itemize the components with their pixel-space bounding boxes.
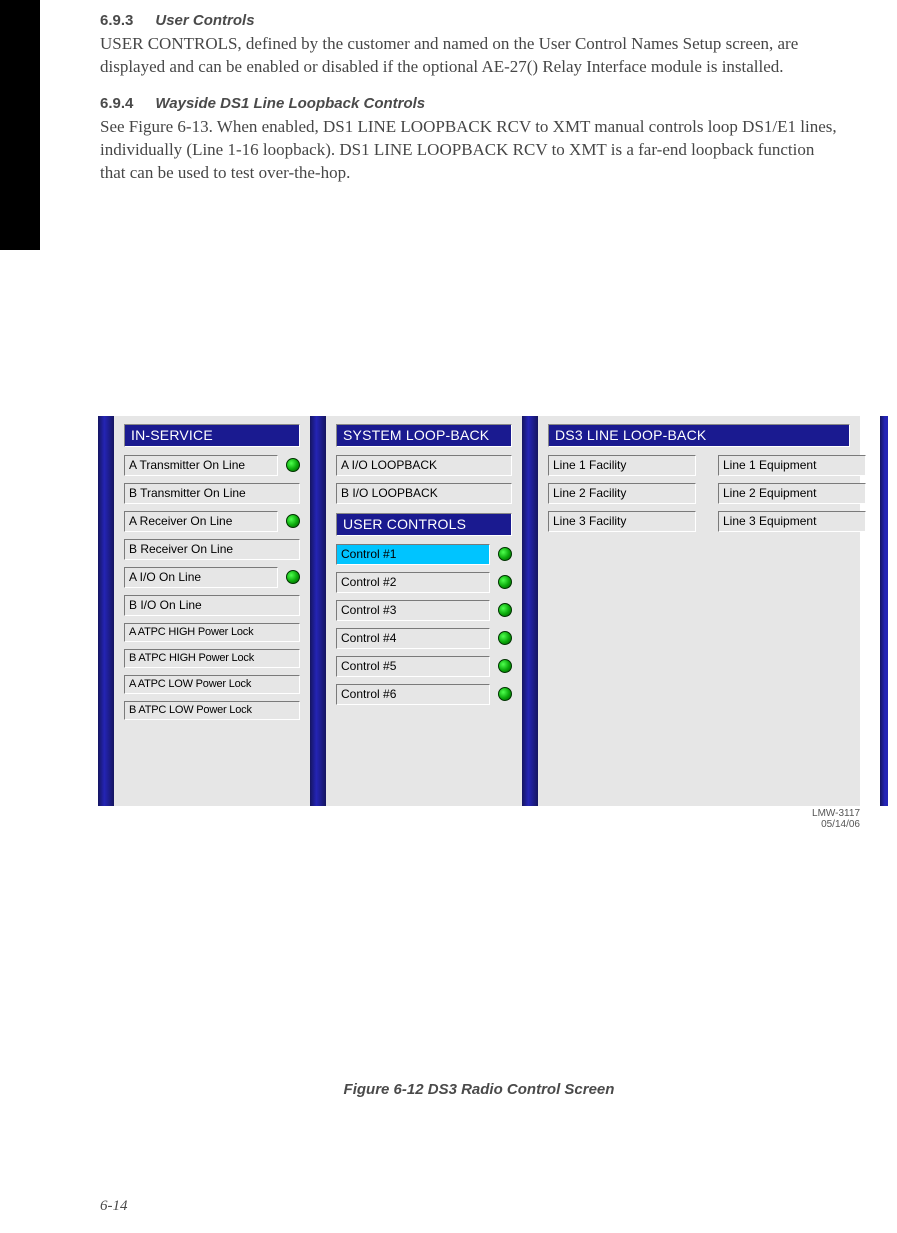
control-item[interactable]: A I/O LOOPBACK	[336, 455, 512, 476]
section-number: 6.9.4	[100, 95, 133, 112]
control-item[interactable]: A I/O On Line	[124, 567, 278, 588]
control-row[interactable]: A I/O On Line	[124, 567, 300, 588]
control-item[interactable]: A ATPC LOW Power Lock	[124, 675, 300, 694]
control-row[interactable]: A Receiver On Line	[124, 511, 300, 532]
control-row[interactable]: Line 1 Equipment	[718, 455, 866, 476]
left-margin-bar	[0, 0, 40, 250]
in-service-header: IN-SERVICE	[124, 424, 300, 447]
section-title: User Controls	[155, 12, 254, 29]
control-row[interactable]: Control #1	[336, 544, 512, 565]
control-item[interactable]: Line 2 Equipment	[718, 483, 866, 504]
control-item[interactable]: B ATPC LOW Power Lock	[124, 701, 300, 720]
control-row[interactable]: Line 2 Facility	[548, 483, 696, 504]
status-led-icon	[498, 575, 512, 589]
control-row[interactable]: Control #6	[336, 684, 512, 705]
status-led-icon	[498, 687, 512, 701]
figure-caption: Figure 6-12 DS3 Radio Control Screen	[98, 1081, 860, 1098]
section-6-9-4-body: See Figure 6-13. When enabled, DS1 LINE …	[100, 116, 842, 185]
control-row[interactable]: A ATPC LOW Power Lock	[124, 675, 300, 694]
control-row[interactable]: Control #5	[336, 656, 512, 677]
control-item[interactable]: Control #6	[336, 684, 490, 705]
control-item[interactable]: A Transmitter On Line	[124, 455, 278, 476]
control-row[interactable]: Line 1 Facility	[548, 455, 696, 476]
control-row[interactable]: B I/O LOOPBACK	[336, 483, 512, 504]
section-6-9-3-body: USER CONTROLS, defined by the customer a…	[100, 33, 842, 79]
control-row[interactable]: A ATPC HIGH Power Lock	[124, 623, 300, 642]
control-item[interactable]: Line 1 Facility	[548, 455, 696, 476]
figure-6-12: IN-SERVICE A Transmitter On Line B Transm…	[98, 415, 860, 1098]
control-row[interactable]: B Transmitter On Line	[124, 483, 300, 504]
control-item[interactable]: Control #5	[336, 656, 490, 677]
control-row[interactable]: A I/O LOOPBACK	[336, 455, 512, 476]
control-row[interactable]: B Receiver On Line	[124, 539, 300, 560]
divider-bar	[522, 416, 538, 806]
status-led-icon	[498, 603, 512, 617]
figure-meta: LMW-3117 05/14/06	[98, 808, 860, 831]
control-item[interactable]: Line 2 Facility	[548, 483, 696, 504]
control-item[interactable]: A ATPC HIGH Power Lock	[124, 623, 300, 642]
control-item[interactable]: Line 1 Equipment	[718, 455, 866, 476]
control-row[interactable]: Control #3	[336, 600, 512, 621]
status-led-icon	[286, 570, 300, 584]
system-loopback-column: SYSTEM LOOP-BACK A I/O LOOPBACK B I/O LOO…	[326, 416, 522, 806]
control-row[interactable]: A Transmitter On Line	[124, 455, 300, 476]
control-item[interactable]: B ATPC HIGH Power Lock	[124, 649, 300, 668]
section-6-9-4-heading: 6.9.4 Wayside DS1 Line Loopback Controls	[100, 95, 842, 112]
control-item[interactable]: B I/O On Line	[124, 595, 300, 616]
control-item[interactable]: B Receiver On Line	[124, 539, 300, 560]
section-6-9-3-heading: 6.9.3 User Controls	[100, 12, 842, 29]
control-item[interactable]: B I/O LOOPBACK	[336, 483, 512, 504]
ds3-facility-list: Line 1 Facility Line 2 Facility Line 3 Fac…	[548, 455, 696, 539]
divider-bar	[310, 416, 326, 806]
control-item[interactable]: Control #3	[336, 600, 490, 621]
ds3-line-loopback-header: DS3 LINE LOOP-BACK	[548, 424, 850, 447]
control-row[interactable]: Line 3 Facility	[548, 511, 696, 532]
control-item[interactable]: Line 3 Facility	[548, 511, 696, 532]
divider-bar	[880, 416, 888, 806]
control-row[interactable]: Line 3 Equipment	[718, 511, 866, 532]
status-led-icon	[286, 514, 300, 528]
ds3-equipment-list: Line 1 Equipment Line 2 Equipment Line 3 E…	[718, 455, 866, 539]
ds3-radio-control-screen: IN-SERVICE A Transmitter On Line B Transm…	[98, 415, 860, 806]
page-number: 6-14	[100, 1198, 128, 1215]
control-item[interactable]: Line 3 Equipment	[718, 511, 866, 532]
section-number: 6.9.3	[100, 12, 133, 29]
control-row[interactable]: Control #2	[336, 572, 512, 593]
status-led-icon	[286, 458, 300, 472]
section-title: Wayside DS1 Line Loopback Controls	[155, 95, 425, 112]
user-controls-header: USER CONTROLS	[336, 513, 512, 536]
ds3-line-loopback-column: DS3 LINE LOOP-BACK Line 1 Facility Line 2…	[538, 416, 880, 806]
drawing-id: LMW-3117	[812, 808, 860, 819]
status-led-icon	[498, 631, 512, 645]
status-led-icon	[498, 547, 512, 561]
in-service-column: IN-SERVICE A Transmitter On Line B Transm…	[114, 416, 310, 806]
control-row[interactable]: Line 2 Equipment	[718, 483, 866, 504]
control-row[interactable]: B ATPC LOW Power Lock	[124, 701, 300, 720]
divider-bar	[98, 416, 114, 806]
drawing-date: 05/14/06	[821, 819, 860, 830]
status-led-icon	[498, 659, 512, 673]
control-row[interactable]: Control #4	[336, 628, 512, 649]
system-loopback-header: SYSTEM LOOP-BACK	[336, 424, 512, 447]
control-row[interactable]: B ATPC HIGH Power Lock	[124, 649, 300, 668]
control-item[interactable]: Control #1	[336, 544, 490, 565]
control-item[interactable]: Control #4	[336, 628, 490, 649]
control-item[interactable]: A Receiver On Line	[124, 511, 278, 532]
control-item[interactable]: Control #2	[336, 572, 490, 593]
control-item[interactable]: B Transmitter On Line	[124, 483, 300, 504]
control-row[interactable]: B I/O On Line	[124, 595, 300, 616]
